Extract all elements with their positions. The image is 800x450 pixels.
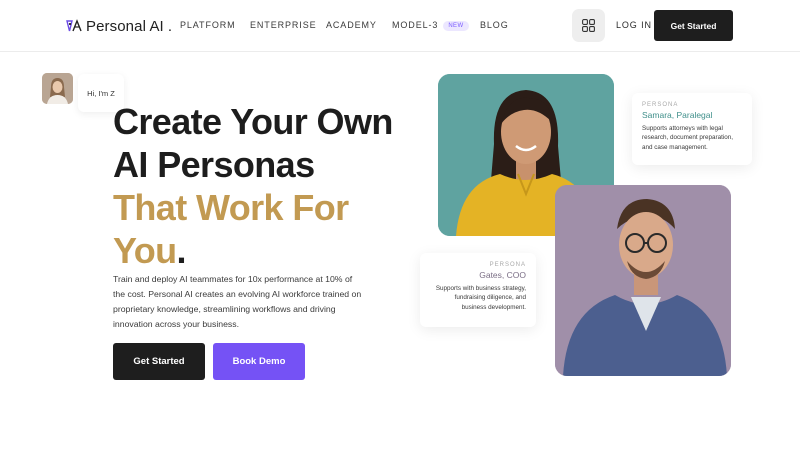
persona-name: Gates, COO [479, 270, 526, 280]
nav-item-model-3-label: MODEL-3 [392, 20, 439, 30]
persona-description: Supports attorneys with legal research, … [642, 125, 734, 151]
headline-gold-line-2: You [113, 230, 177, 271]
logo-dot: . [167, 17, 172, 35]
header-get-started-button[interactable]: Get Started [654, 10, 733, 41]
grid-icon [582, 19, 595, 32]
headline-gold-line-1: That Work For [113, 187, 349, 228]
new-badge: NEW [443, 21, 469, 31]
logo-text: Personal AI [86, 17, 164, 35]
man-portrait-image [555, 185, 731, 376]
login-link[interactable]: LOG IN [616, 20, 652, 30]
nav-item-model-3[interactable]: MODEL-3 NEW [392, 20, 469, 31]
hero-get-started-button[interactable]: Get Started [113, 343, 205, 380]
persona-card-gates[interactable]: PERSONA Gates, COO Supports with busines… [420, 253, 536, 327]
persona-name: Samara, Paralegal [642, 110, 713, 120]
persona-card-samara[interactable]: PERSONA Samara, Paralegal Supports attor… [632, 93, 752, 165]
hero-headline: Create Your Own AI Personas That Work Fo… [113, 100, 413, 272]
personal-ai-logo-icon [66, 19, 82, 32]
headline-period: . [176, 230, 187, 271]
persona-tag: PERSONA [642, 102, 679, 108]
top-navbar: Personal AI. PLATFORM ENTERPRISE ACADEMY… [0, 0, 800, 52]
avatar-portrait-image [42, 73, 73, 104]
nav-item-platform[interactable]: PLATFORM [180, 20, 236, 30]
nav-item-academy[interactable]: ACADEMY [326, 20, 377, 30]
apps-grid-button[interactable] [572, 9, 605, 42]
persona-description: Supports with business strategy, fundrai… [435, 285, 526, 311]
nav-item-enterprise[interactable]: ENTERPRISE [250, 20, 317, 30]
assistant-avatar [42, 73, 73, 104]
headline-gold-line-2-wrap: You. [113, 229, 413, 272]
headline-line-1: Create Your Own [113, 101, 393, 142]
logo[interactable]: Personal AI. [66, 15, 172, 37]
nav-item-blog[interactable]: BLOG [480, 20, 509, 30]
headline-line-2: AI Personas [113, 144, 315, 185]
hero-subtext: Train and deploy AI teammates for 10x pe… [113, 274, 362, 329]
persona-photo-gates [555, 185, 731, 376]
persona-tag: PERSONA [489, 262, 526, 268]
book-demo-button[interactable]: Book Demo [213, 343, 305, 380]
